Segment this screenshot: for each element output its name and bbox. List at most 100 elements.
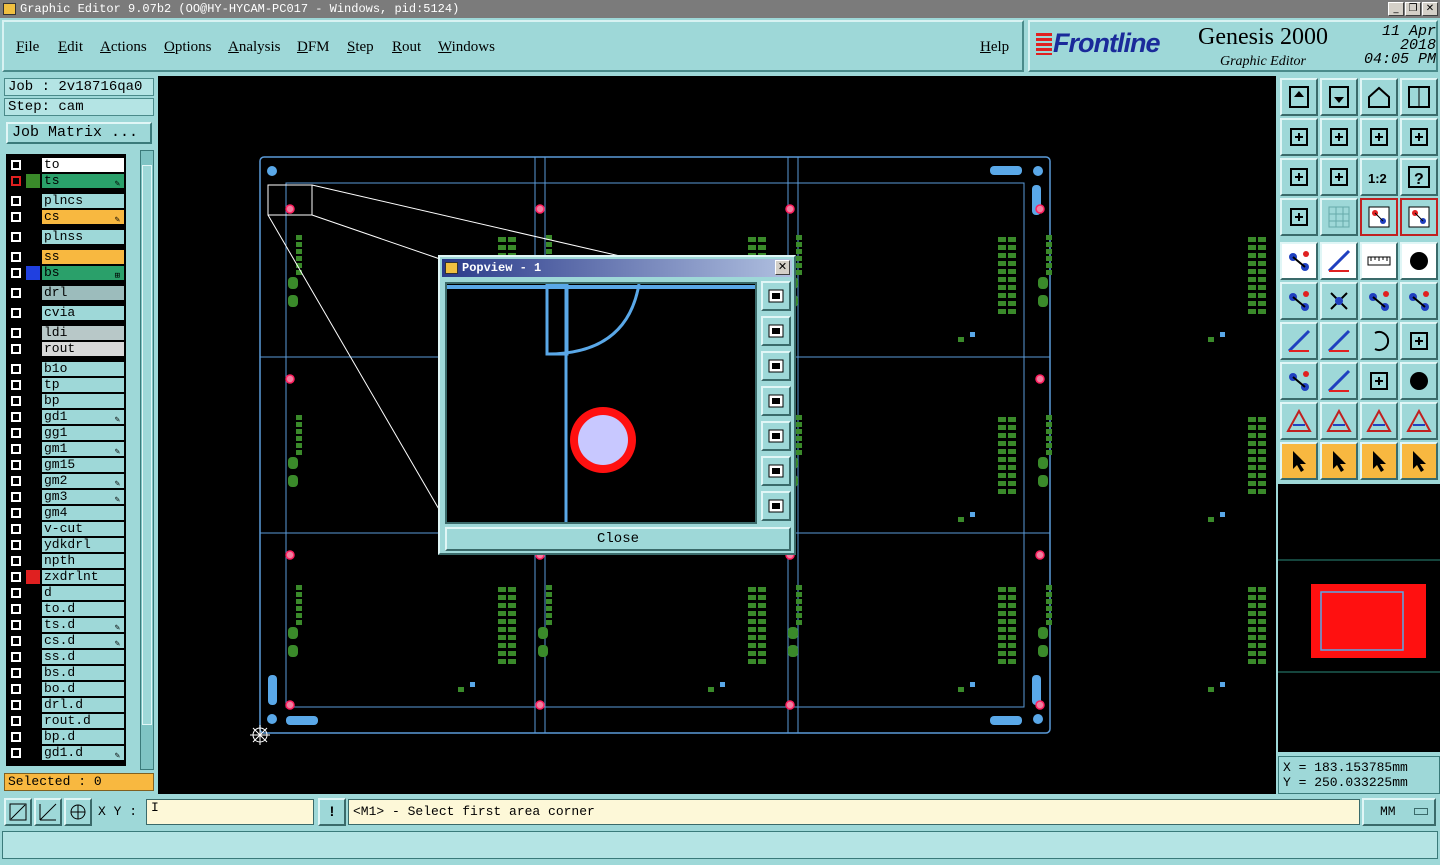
layer-checkbox[interactable] <box>10 327 22 339</box>
layer-scrollbar[interactable] <box>140 150 154 770</box>
units-select[interactable]: MM <box>1362 798 1436 826</box>
layer-color-swatch[interactable] <box>26 570 40 584</box>
grid-snap-icon[interactable] <box>64 798 92 826</box>
layer-name[interactable]: rout.d <box>42 714 124 728</box>
layer-row-bs[interactable]: bs ⊞ <box>7 265 125 281</box>
layer-name[interactable]: bo.d <box>42 682 124 696</box>
layer-name[interactable]: gm4 <box>42 506 124 520</box>
popview-close-icon[interactable]: ✕ <box>775 260 790 275</box>
layer-color-swatch[interactable] <box>26 618 40 632</box>
layer-color-swatch[interactable] <box>26 394 40 408</box>
layer-color-swatch[interactable] <box>26 602 40 616</box>
line-draw-icon[interactable] <box>1320 242 1358 280</box>
layer-color-swatch[interactable] <box>26 474 40 488</box>
triangle-x-icon[interactable] <box>1400 402 1438 440</box>
layer-color-swatch[interactable] <box>26 342 40 356</box>
layer-row-to[interactable]: to <box>7 157 125 173</box>
layer-checkbox[interactable] <box>10 379 22 391</box>
layer-color-swatch[interactable] <box>26 746 40 760</box>
scrollbar-thumb[interactable] <box>142 165 152 725</box>
layer-name[interactable]: drl.d <box>42 698 124 712</box>
snap-icon[interactable] <box>4 798 32 826</box>
layer-color-swatch[interactable] <box>26 306 40 320</box>
layer-checkbox[interactable] <box>10 363 22 375</box>
layer-row-rout.d[interactable]: rout.d <box>7 713 125 729</box>
scale-1-2-icon[interactable]: 1:2 <box>1360 158 1398 196</box>
layer-row-drl.d[interactable]: drl.d <box>7 697 125 713</box>
layer-checkbox[interactable] <box>10 523 22 535</box>
triangle-icon[interactable] <box>1280 402 1318 440</box>
layer-color-swatch[interactable] <box>26 730 40 744</box>
help-icon[interactable]: ? <box>1400 158 1438 196</box>
connect-nodes-icon[interactable] <box>1280 282 1318 320</box>
layer-name[interactable]: gm2 ✎ <box>42 474 124 489</box>
layer-color-swatch[interactable] <box>26 158 40 172</box>
layer-name[interactable]: npth <box>42 554 124 568</box>
layer-name[interactable]: cs ✎ <box>42 210 124 225</box>
layer-checkbox[interactable] <box>10 699 22 711</box>
zoom-fit-icon[interactable] <box>761 281 791 311</box>
layer-row-bp[interactable]: bp <box>7 393 125 409</box>
layer-checkbox[interactable] <box>10 411 22 423</box>
layer-row-bs.d[interactable]: bs.d <box>7 665 125 681</box>
xy-input[interactable]: I <box>146 799 314 825</box>
fit-icon[interactable] <box>1280 158 1318 196</box>
arc-icon[interactable] <box>1360 322 1398 360</box>
settings-icon[interactable] <box>1280 198 1318 236</box>
pad-arrow-icon[interactable] <box>1400 282 1438 320</box>
layer-checkbox[interactable] <box>10 635 22 647</box>
layer-color-swatch[interactable] <box>26 326 40 340</box>
layer-row-gm1[interactable]: gm1 ✎ <box>7 441 125 457</box>
measure-icon[interactable] <box>1360 242 1398 280</box>
layer-name[interactable]: bs.d <box>42 666 124 680</box>
layer-name[interactable]: gd1.d ✎ <box>42 746 124 761</box>
layer-color-swatch[interactable] <box>26 230 40 244</box>
select-icon[interactable] <box>1280 442 1318 480</box>
close-button[interactable]: ✕ <box>1422 2 1438 16</box>
layer-name[interactable]: bp.d <box>42 730 124 744</box>
select-arrow-icon[interactable] <box>1360 442 1398 480</box>
layer-checkbox[interactable] <box>10 343 22 355</box>
popview-viewport[interactable] <box>445 282 757 524</box>
menu-dfm[interactable]: DFM <box>297 39 330 56</box>
layer-checkbox[interactable] <box>10 195 22 207</box>
pad-to-pad-icon[interactable] <box>1360 282 1398 320</box>
layer-checkbox[interactable] <box>10 287 22 299</box>
layer-color-swatch[interactable] <box>26 194 40 208</box>
zoom-area-icon[interactable] <box>1320 158 1358 196</box>
zoom-in-icon[interactable] <box>761 491 791 521</box>
pan-left-icon[interactable] <box>761 386 791 416</box>
layer-checkbox[interactable] <box>10 507 22 519</box>
pan-up-icon[interactable] <box>761 316 791 346</box>
layer-color-swatch[interactable] <box>26 410 40 424</box>
layer-name[interactable]: tp <box>42 378 124 392</box>
layer-row-ldi[interactable]: ldi <box>7 325 125 341</box>
maximize-button[interactable]: ❐ <box>1405 2 1421 16</box>
cross-icon[interactable] <box>1320 282 1358 320</box>
layer-checkbox[interactable] <box>10 175 22 187</box>
layer-color-swatch[interactable] <box>26 362 40 376</box>
layer-row-ss.d[interactable]: ss.d <box>7 649 125 665</box>
layer-color-swatch[interactable] <box>26 522 40 536</box>
layer-row-rout[interactable]: rout <box>7 341 125 357</box>
layer-name[interactable]: cvia <box>42 306 124 320</box>
layer-color-swatch[interactable] <box>26 650 40 664</box>
layer-color-swatch[interactable] <box>26 538 40 552</box>
popview-title-bar[interactable]: Popview - 1 ✕ <box>442 259 792 277</box>
menu-file[interactable]: File <box>16 39 39 56</box>
layer-name[interactable]: plnss <box>42 230 124 244</box>
measure-mode-icon[interactable] <box>34 798 62 826</box>
layer-checkbox[interactable] <box>10 395 22 407</box>
layer-row-bp.d[interactable]: bp.d <box>7 729 125 745</box>
layer-name[interactable]: plncs <box>42 194 124 208</box>
menu-options[interactable]: Options <box>164 39 212 56</box>
layer-checkbox[interactable] <box>10 443 22 455</box>
layer-color-swatch[interactable] <box>26 682 40 696</box>
layer-name[interactable]: zxdrlnt <box>42 570 124 584</box>
layer-row-cvia[interactable]: cvia <box>7 305 125 321</box>
layer-name[interactable]: gd1 ✎ <box>42 410 124 425</box>
layer-checkbox[interactable] <box>10 231 22 243</box>
layer-checkbox[interactable] <box>10 427 22 439</box>
menu-windows[interactable]: Windows <box>438 39 495 56</box>
layer-checkbox[interactable] <box>10 667 22 679</box>
